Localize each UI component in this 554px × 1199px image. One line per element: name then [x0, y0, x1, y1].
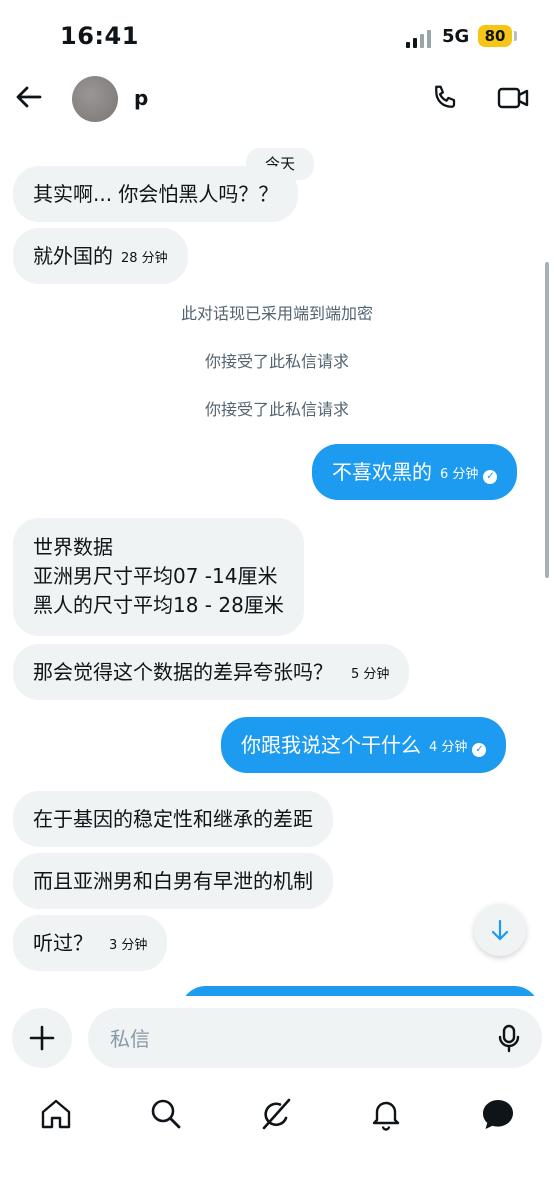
message-incoming[interactable]: 其实啊... 你会怕黑人吗？？: [13, 166, 299, 222]
message-line: 黑人的尺寸平均18 - 28厘米: [33, 593, 284, 617]
signal-icon: [406, 30, 434, 48]
message-input-placeholder: 私信: [110, 1027, 150, 1051]
scroll-to-bottom-button[interactable]: [474, 904, 526, 956]
message-text: 那会觉得这个数据的差异夸张吗？: [33, 660, 333, 684]
message-composer: 私信: [0, 996, 554, 1082]
message-time: 28 分钟: [121, 251, 168, 266]
message-text: 听过？: [33, 931, 93, 955]
nav-notifications[interactable]: [368, 1096, 404, 1132]
call-button[interactable]: [430, 83, 460, 113]
grok-icon: [262, 1098, 291, 1130]
message-incoming[interactable]: 而且亚洲男和白男有早泄的机制: [13, 853, 333, 909]
bottom-navigation: [0, 1082, 554, 1199]
video-camera-icon: [497, 87, 529, 109]
message-incoming[interactable]: 世界数据 亚洲男尺寸平均07 -14厘米 黑人的尺寸平均18 - 28厘米: [13, 518, 304, 636]
conversation-header: p: [0, 70, 554, 130]
battery-nub: [514, 31, 517, 41]
add-media-button[interactable]: [12, 1008, 72, 1068]
status-bar: 16:41 5G 80: [0, 0, 554, 70]
system-note: 你接受了此私信请求: [204, 352, 349, 371]
arrow-down-icon: [491, 919, 509, 941]
nav-messages[interactable]: [480, 1096, 516, 1132]
arrow-left-icon: [16, 86, 42, 108]
read-check-icon: ✓: [472, 743, 487, 757]
video-call-button[interactable]: [496, 83, 530, 113]
scrollbar[interactable]: [545, 262, 549, 578]
read-check-icon: ✓: [483, 470, 498, 484]
battery-level: 80: [478, 25, 512, 47]
message-time: 4 分钟: [429, 740, 468, 755]
plus-icon: [29, 1025, 55, 1051]
nav-search[interactable]: [148, 1096, 184, 1132]
network-type: 5G: [442, 26, 470, 47]
message-text: 而且亚洲男和白男有早泄的机制: [33, 869, 313, 893]
message-incoming[interactable]: 那会觉得这个数据的差异夸张吗？ 5 分钟: [13, 644, 410, 700]
microphone-icon: [498, 1024, 520, 1053]
search-icon: [151, 1099, 181, 1129]
message-text: 不喜欢黑的: [332, 460, 432, 484]
home-icon: [41, 1099, 71, 1129]
voice-message-button[interactable]: [494, 1023, 524, 1053]
message-incoming[interactable]: 听过？ 3 分钟: [13, 915, 168, 971]
nav-home[interactable]: [38, 1096, 74, 1132]
message-text: 其实啊... 你会怕黑人吗？？: [33, 182, 279, 206]
message-text: 就外国的: [33, 244, 113, 268]
message-icon: [483, 1100, 513, 1129]
back-button[interactable]: [14, 82, 44, 112]
contact-name[interactable]: p: [134, 86, 148, 110]
message-time: 5 分钟: [351, 667, 390, 682]
phone-icon: [435, 85, 456, 108]
message-input[interactable]: 私信: [88, 1008, 542, 1068]
message-line: 世界数据: [33, 535, 113, 559]
nav-grok[interactable]: [258, 1096, 294, 1132]
message-time: 3 分钟: [109, 938, 148, 953]
encryption-note: 此对话现已采用端到端加密: [180, 304, 373, 323]
message-line: 亚洲男尺寸平均07 -14厘米: [33, 564, 278, 588]
message-text: 你跟我说这个干什么: [241, 733, 421, 757]
message-incoming[interactable]: 在于基因的稳定性和继承的差距: [13, 791, 333, 847]
avatar[interactable]: [72, 76, 118, 122]
message-incoming[interactable]: 就外国的 28 分钟: [13, 228, 188, 284]
message-text: 在于基因的稳定性和继承的差距: [33, 807, 313, 831]
message-time: 6 分钟: [440, 467, 479, 482]
status-time: 16:41: [60, 22, 139, 50]
message-outgoing[interactable]: 你跟我说这个干什么 4 分钟 ✓: [221, 717, 507, 773]
message-outgoing[interactable]: 不喜欢黑的 6 分钟 ✓: [312, 444, 518, 500]
bell-icon: [372, 1101, 400, 1131]
system-note: 你接受了此私信请求: [204, 400, 349, 419]
